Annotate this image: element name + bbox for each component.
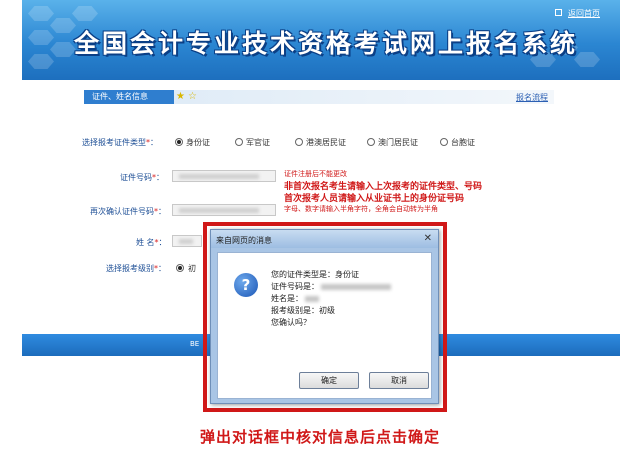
question-icon: ?: [234, 273, 258, 297]
id-type-option-label: 台胞证: [451, 138, 475, 147]
dialog-title: 来自网页的消息: [216, 236, 272, 245]
id-type-label: 选择报考证件类型*：: [82, 138, 158, 147]
registration-flow-link[interactable]: 报名流程: [516, 92, 548, 103]
dialog-confirm-question: 您确认吗？: [271, 318, 311, 327]
id-type-radio-officer[interactable]: [235, 138, 243, 146]
instruction-caption: 弹出对话框中核对信息后点击确定: [199, 428, 440, 446]
dialog-name-line: 姓名是：: [271, 293, 319, 304]
dialog-id-number-line: 证件号码是：: [271, 281, 391, 292]
dialog-body: ? 您的证件类型是：身份证 证件号码是： 姓名是： 报考级别是：初级 您确认吗？…: [217, 252, 432, 399]
back-home-link[interactable]: 返回首页: [568, 8, 600, 19]
id-number-label: 证件号码*：: [120, 173, 164, 182]
name-label: 姓 名*：: [136, 238, 167, 247]
id-type-option-label: 澳门居民证: [378, 138, 418, 147]
footer-text: BE: [190, 340, 200, 348]
dialog-id-type-line: 您的证件类型是：身份证: [271, 270, 359, 279]
registration-page: 全国会计专业技术资格考试网上报名系统 返回首页 证件、姓名信息 ★ ☆ 报名流程…: [0, 0, 640, 450]
id-number-input[interactable]: [172, 170, 276, 182]
name-input[interactable]: [172, 235, 202, 247]
confirm-dialog: 来自网页的消息 ✕ ? 您的证件类型是：身份证 证件号码是： 姓名是： 报考级别…: [210, 229, 439, 404]
dialog-level-line: 报考级别是：初级: [271, 306, 335, 315]
id-type-radio-macau[interactable]: [367, 138, 375, 146]
cancel-button[interactable]: 取消: [369, 372, 429, 389]
id-type-radio-tw[interactable]: [440, 138, 448, 146]
id-type-radio-hk[interactable]: [295, 138, 303, 146]
level-radio-junior[interactable]: [176, 264, 184, 272]
id-type-option-label: 身份证: [186, 138, 210, 147]
home-icon[interactable]: [555, 9, 562, 16]
star-icon: ☆: [188, 91, 197, 102]
close-icon[interactable]: ✕: [424, 233, 432, 245]
section-tab: 证件、姓名信息: [84, 90, 174, 104]
id-note-small: 证件注册后不能更改: [284, 170, 347, 178]
id-note-halfwidth: 字母、数字请输入半角字符，全角会自动转为半角: [284, 205, 438, 213]
system-title: 全国会计专业技术资格考试网上报名系统: [74, 29, 579, 58]
dialog-titlebar: 来自网页的消息 ✕: [211, 230, 438, 248]
level-label: 选择报考级别*：: [106, 264, 166, 273]
header-banner: 全国会计专业技术资格考试网上报名系统 返回首页: [22, 0, 620, 80]
id-note-first-time: 首次报考人员请输入从业证书上的身份证号码: [284, 194, 465, 204]
star-icon: ★: [176, 91, 185, 102]
id-type-option-label: 港澳居民证: [306, 138, 346, 147]
id-confirm-input[interactable]: [172, 204, 276, 216]
id-type-radio-id-card[interactable]: [175, 138, 183, 146]
id-type-option-label: 军官证: [246, 138, 270, 147]
ok-button[interactable]: 确定: [299, 372, 359, 389]
id-confirm-label: 再次确认证件号码*：: [90, 207, 166, 216]
level-option-label: 初: [188, 264, 196, 273]
